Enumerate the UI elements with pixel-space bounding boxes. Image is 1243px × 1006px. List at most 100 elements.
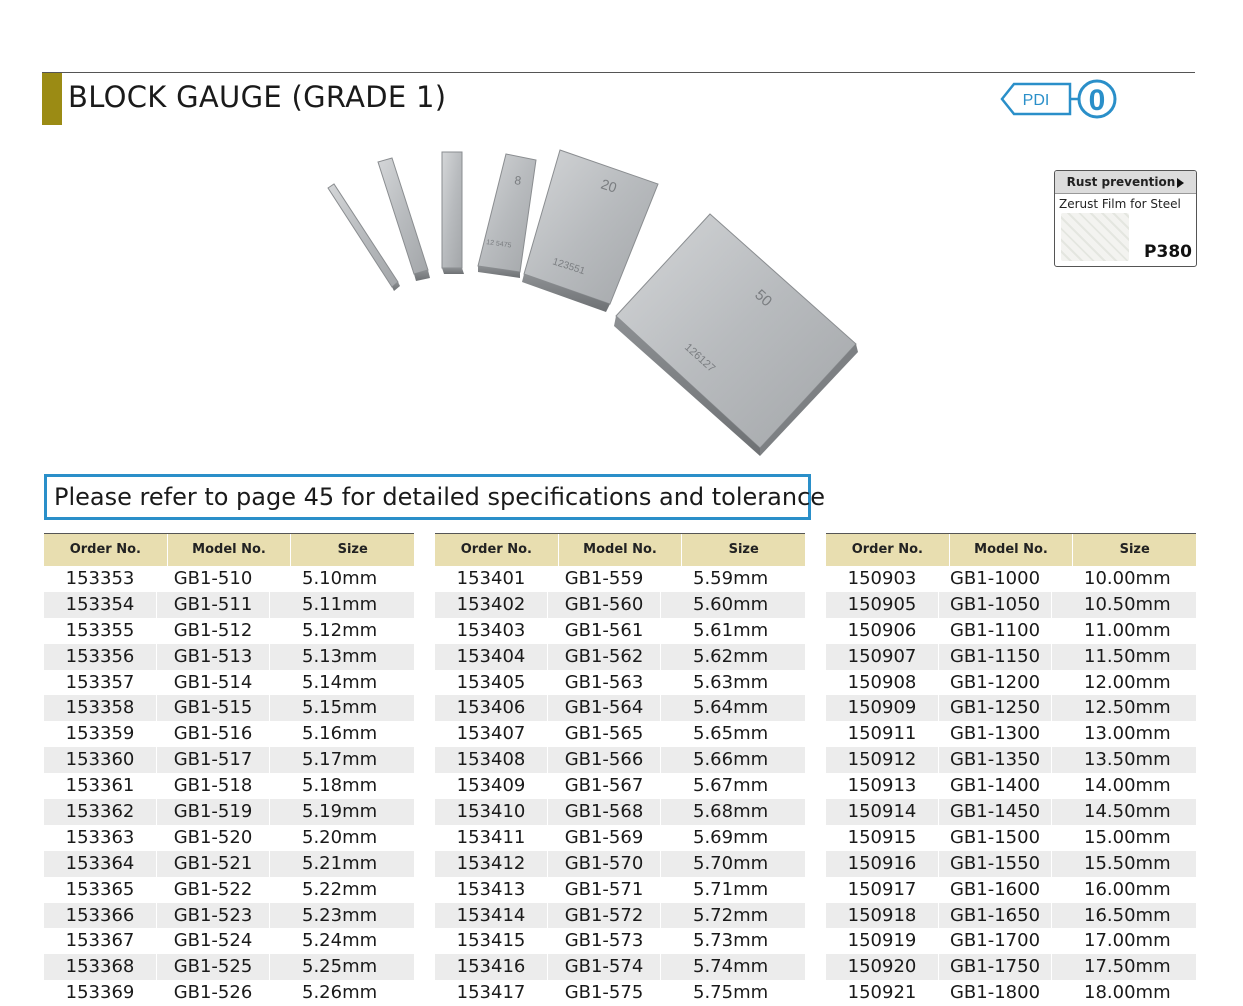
table-row: 153362 GB1-519 5.19mm (44, 799, 414, 825)
model-no-cell: GB1-516 (156, 721, 269, 748)
block-gauge-product-image: 8 12 5475 20 123551 50 126127 (327, 149, 858, 456)
order-no-cell: 153356 (65, 645, 135, 667)
order-no-cell: 153366 (65, 904, 135, 926)
model-no-cell: GB1-513 (156, 643, 269, 670)
gauge-block-50: 50 126127 (614, 213, 858, 456)
table-row: 153361 GB1-518 5.18mm (44, 773, 414, 800)
order-no-cell: 153367 (65, 930, 135, 952)
rust-prevention-box: Rust prevention Zerust Film for Steel P3… (1054, 170, 1197, 267)
size-cell: 16.00mm (1051, 876, 1196, 903)
table-row: 153409 GB1-567 5.67mm (435, 773, 805, 800)
order-no-cell: 150905 (847, 593, 917, 615)
model-no-cell: GB1-566 (547, 747, 660, 774)
order-no-cell: 150911 (847, 723, 917, 745)
order-no-cell: 153357 (65, 671, 135, 693)
table-row: 150909 GB1-1250 12.50mm (826, 695, 1196, 722)
model-no-cell: GB1-1800 (938, 980, 1051, 1006)
table-row: 153356 GB1-513 5.13mm (44, 643, 414, 670)
order-no-cell: 153363 (65, 826, 135, 848)
size-cell: 5.74mm (660, 954, 805, 981)
size-cell: 5.19mm (269, 799, 414, 825)
order-no-cell: 150906 (847, 619, 917, 641)
table-row: 150915 GB1-1500 15.00mm (826, 824, 1196, 851)
model-no-cell: GB1-1650 (938, 902, 1051, 929)
model-no-cell: GB1-563 (547, 669, 660, 696)
model-no-cell: GB1-1150 (938, 643, 1051, 670)
size-cell: 5.22mm (269, 876, 414, 903)
rust-prevention-header: Rust prevention (1055, 171, 1196, 194)
order-no-cell: 153359 (65, 723, 135, 745)
size-cell: 5.75mm (660, 980, 805, 1006)
size-cell: 5.65mm (660, 721, 805, 748)
model-no-cell: GB1-562 (547, 643, 660, 670)
size-cell: 5.20mm (269, 824, 414, 851)
model-no-cell: GB1-1000 (938, 566, 1051, 592)
order-no-cell: 153353 (65, 568, 135, 589)
order-no-cell: 153362 (65, 801, 135, 823)
size-cell: 11.00mm (1051, 617, 1196, 644)
model-no-cell: GB1-521 (156, 850, 269, 877)
size-cell: 14.50mm (1051, 799, 1196, 825)
model-no-cell: GB1-568 (547, 799, 660, 825)
gauge-block-20: 20 123551 (522, 149, 659, 312)
model-no-cell: GB1-560 (547, 591, 660, 618)
model-no-cell: GB1-525 (156, 954, 269, 981)
order-no-cell: 153401 (456, 568, 526, 589)
model-no-cell: GB1-1600 (938, 876, 1051, 903)
order-no-cell: 153408 (456, 749, 526, 771)
model-no-cell: GB1-567 (547, 773, 660, 800)
size-cell: 17.00mm (1051, 928, 1196, 955)
order-no-cell: 150917 (847, 878, 917, 900)
model-no-cell: GB1-574 (547, 954, 660, 981)
size-cell: 12.50mm (1051, 695, 1196, 722)
arrow-right-icon (1177, 177, 1185, 188)
model-no-cell: GB1-575 (547, 980, 660, 1006)
model-no-cell: GB1-1200 (938, 669, 1051, 696)
size-cell: 5.68mm (660, 799, 805, 825)
size-cell: 5.61mm (660, 617, 805, 644)
header-rule (42, 72, 1195, 73)
film-swatch-image (1061, 213, 1129, 261)
model-no-cell: GB1-511 (156, 591, 269, 618)
grade-mark-text: 0 (1089, 84, 1106, 117)
size-cell: 5.66mm (660, 747, 805, 774)
table-row: 153353 GB1-510 5.10mm (44, 566, 414, 592)
rust-prevention-label: Rust prevention (1066, 175, 1176, 189)
table-row: 150912 GB1-1350 13.50mm (826, 747, 1196, 774)
size-cell: 14.00mm (1051, 773, 1196, 800)
order-no-cell: 153414 (456, 904, 526, 926)
order-no-cell: 153364 (65, 852, 135, 874)
column-header-model-no: Model No. (948, 534, 1073, 566)
column-header-order-no: Order No. (460, 542, 532, 557)
specifications-note: Please refer to page 45 for detailed spe… (44, 474, 825, 520)
order-no-cell: 153413 (456, 878, 526, 900)
size-cell: 17.50mm (1051, 954, 1196, 981)
table-row: 153404 GB1-562 5.62mm (435, 643, 805, 670)
size-cell: 5.23mm (269, 902, 414, 929)
size-cell: 5.64mm (660, 695, 805, 722)
table-row: 153363 GB1-520 5.20mm (44, 824, 414, 851)
order-no-cell: 153365 (65, 878, 135, 900)
model-no-cell: GB1-1400 (938, 773, 1051, 800)
gauge-block-8: 8 12 5475 (477, 153, 537, 278)
model-no-cell: GB1-1750 (938, 954, 1051, 981)
order-no-cell: 153361 (65, 775, 135, 797)
order-no-cell: 150913 (847, 775, 917, 797)
model-no-cell: GB1-514 (156, 669, 269, 696)
size-cell: 5.14mm (269, 669, 414, 696)
size-cell: 15.00mm (1051, 824, 1196, 851)
order-no-cell: 153405 (456, 671, 526, 693)
order-no-cell: 150912 (847, 749, 917, 771)
table-row: 150916 GB1-1550 15.50mm (826, 850, 1196, 877)
order-no-cell: 153416 (456, 956, 526, 978)
model-no-cell: GB1-1500 (938, 824, 1051, 851)
order-no-cell: 153355 (65, 619, 135, 641)
model-no-cell: GB1-520 (156, 824, 269, 851)
order-no-cell: 153369 (65, 982, 135, 1004)
table-row: 150913 GB1-1400 14.00mm (826, 773, 1196, 800)
model-no-cell: GB1-518 (156, 773, 269, 800)
order-no-cell: 153412 (456, 852, 526, 874)
table-row: 153403 GB1-561 5.61mm (435, 617, 805, 644)
size-cell: 5.59mm (660, 566, 805, 592)
order-no-cell: 153409 (456, 775, 526, 797)
